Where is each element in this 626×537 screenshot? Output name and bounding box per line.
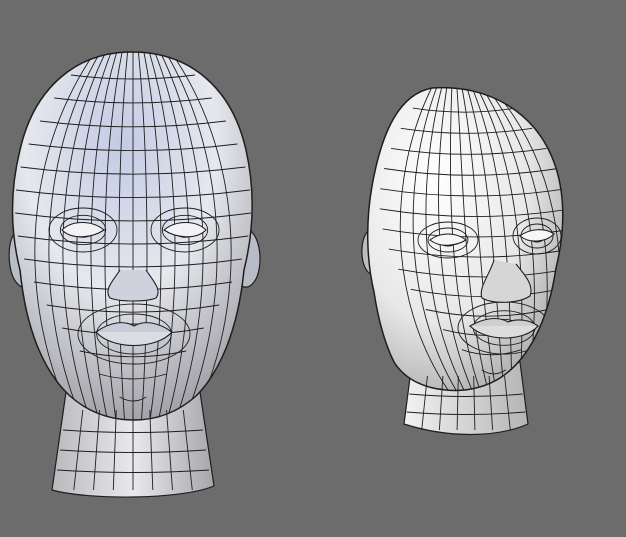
head-surface-front: [11, 51, 253, 421]
render-scene: [8, 51, 564, 498]
viewport: [0, 0, 626, 537]
head-model-front: [8, 51, 261, 498]
head-model-three-quarter: [361, 86, 564, 436]
